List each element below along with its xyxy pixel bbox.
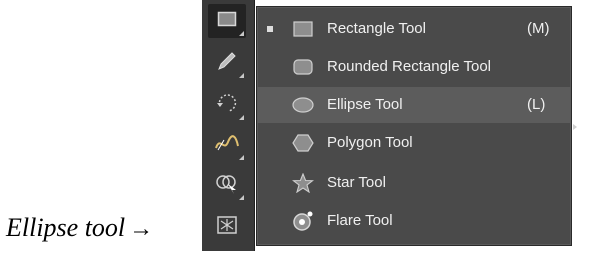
menu-item-star-tool[interactable]: Star Tool bbox=[257, 165, 571, 201]
menu-item-label: Rectangle Tool bbox=[327, 20, 426, 37]
shape-builder-icon bbox=[214, 172, 240, 199]
selected-indicator-icon bbox=[267, 26, 273, 32]
rectangle-tool-button[interactable] bbox=[208, 4, 246, 38]
shape-tools-flyout-menu: Rectangle Tool (M) Rounded Rectangle Too… bbox=[256, 6, 572, 246]
menu-item-label: Polygon Tool bbox=[327, 134, 413, 151]
symbol-sprayer-tool-button[interactable] bbox=[208, 210, 246, 244]
pencil-icon bbox=[216, 50, 238, 77]
width-tool-button[interactable] bbox=[208, 128, 246, 162]
flyout-tearoff-arrow-icon[interactable] bbox=[573, 124, 577, 130]
menu-item-label: Star Tool bbox=[327, 174, 386, 191]
menu-item-label: Rounded Rectangle Tool bbox=[327, 58, 492, 75]
rectangle-icon bbox=[291, 17, 315, 41]
flare-icon bbox=[291, 209, 315, 233]
shape-builder-tool-button[interactable] bbox=[208, 168, 246, 202]
menu-item-ellipse-tool[interactable]: Ellipse Tool (L) bbox=[257, 87, 571, 123]
menu-item-label: Flare Tool bbox=[327, 212, 393, 229]
menu-item-flare-tool[interactable]: Flare Tool bbox=[257, 203, 571, 239]
rotate-tool-button[interactable] bbox=[208, 88, 246, 122]
polygon-icon bbox=[291, 131, 315, 155]
menu-item-shortcut: (M) bbox=[527, 20, 550, 37]
rectangle-icon bbox=[217, 11, 237, 32]
symbol-sprayer-icon bbox=[216, 215, 238, 240]
menu-item-polygon-tool[interactable]: Polygon Tool bbox=[257, 125, 571, 161]
rounded-rectangle-icon bbox=[291, 55, 315, 79]
menu-item-label: Ellipse Tool bbox=[327, 96, 403, 113]
tools-panel bbox=[202, 0, 255, 251]
caption-text: Ellipse tool bbox=[6, 213, 126, 242]
ellipse-tool-caption: Ellipse tool → bbox=[6, 213, 153, 243]
menu-item-rounded-rectangle-tool[interactable]: Rounded Rectangle Tool bbox=[257, 49, 571, 85]
rotate-icon bbox=[215, 92, 239, 119]
pencil-tool-button[interactable] bbox=[208, 46, 246, 80]
star-icon bbox=[291, 171, 315, 195]
ellipse-icon bbox=[291, 93, 315, 117]
menu-item-rectangle-tool[interactable]: Rectangle Tool (M) bbox=[257, 11, 571, 47]
menu-item-shortcut: (L) bbox=[527, 96, 546, 113]
width-icon bbox=[214, 132, 240, 159]
right-arrow-icon: → bbox=[129, 216, 154, 242]
